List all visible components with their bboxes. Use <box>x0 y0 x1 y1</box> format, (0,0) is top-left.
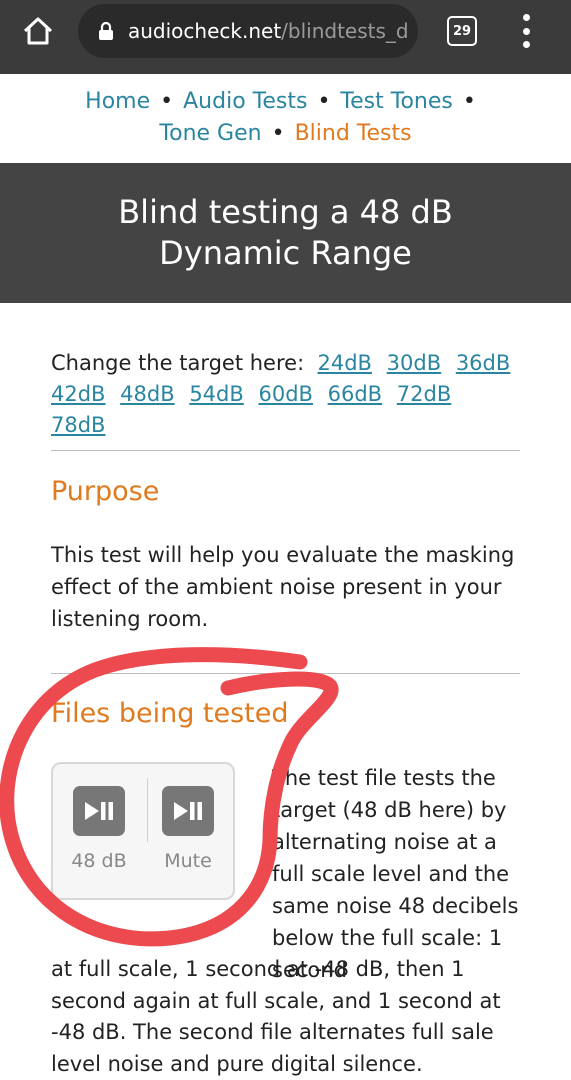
nav-blind-tests[interactable]: Blind Tests <box>295 121 412 146</box>
target-link-72db[interactable]: 72dB <box>397 382 451 406</box>
nav-tone-gen[interactable]: Tone Gen <box>159 121 261 146</box>
menu-dot-icon <box>522 27 530 35</box>
play-48db-button[interactable] <box>73 786 125 836</box>
files-section: Files being tested <box>51 698 521 729</box>
purpose-section: Purpose <box>51 476 521 507</box>
target-link-66db[interactable]: 66dB <box>328 382 382 406</box>
change-target-label: Change the target here: <box>51 351 305 375</box>
divider <box>51 450 520 451</box>
home-icon <box>23 17 53 45</box>
divider <box>51 673 520 674</box>
target-link-30db[interactable]: 30dB <box>387 351 441 375</box>
nav-separator: • <box>160 89 174 114</box>
nav-separator: • <box>317 89 331 114</box>
menu-dot-icon <box>522 14 530 21</box>
play-mute-button[interactable] <box>162 786 214 836</box>
target-link-78db[interactable]: 78dB <box>51 413 105 437</box>
target-link-36db[interactable]: 36dB <box>456 351 510 375</box>
target-link-24db[interactable]: 24dB <box>318 351 372 375</box>
nav-separator: • <box>271 121 285 146</box>
purpose-heading: Purpose <box>51 476 160 507</box>
title-banner: Blind testing a 48 dB Dynamic Range <box>0 163 571 303</box>
player-label-mute: Mute <box>164 850 212 872</box>
purpose-text: This test will help you evaluate the mas… <box>51 543 515 631</box>
nav-audio-tests[interactable]: Audio Tests <box>183 89 307 114</box>
audio-player: 48 dB Mute <box>51 762 235 900</box>
files-heading: Files being tested <box>51 698 289 729</box>
url-text: audiocheck.net/blindtests_d <box>128 19 409 43</box>
overflow-menu-button[interactable] <box>514 14 538 48</box>
menu-dot-icon <box>522 41 530 48</box>
nav-home[interactable]: Home <box>85 89 150 114</box>
play-pause-icon <box>85 802 113 820</box>
nav-separator: • <box>462 89 476 114</box>
page-title: Blind testing a 48 dB Dynamic Range <box>118 193 453 272</box>
files-description: The test file tests the target (48 dB he… <box>272 766 519 982</box>
address-bar[interactable]: audiocheck.net/blindtests_d <box>78 4 418 58</box>
player-label-48db: 48 dB <box>71 850 127 872</box>
site-nav: Home • Audio Tests • Test Tones • Tone Gen • Bl… <box>60 86 511 150</box>
nav-test-tones[interactable]: Test Tones <box>340 89 452 114</box>
lock-icon <box>98 21 114 41</box>
target-link-54db[interactable]: 54dB <box>189 382 243 406</box>
target-link-60db[interactable]: 60dB <box>258 382 312 406</box>
target-selector: Change the target here: 24dB 30dB 36dB 4… <box>51 348 521 441</box>
files-description-continued: at full scale, 1 second at -48 dB, then … <box>51 957 501 1076</box>
play-pause-icon <box>174 802 202 820</box>
player-separator <box>147 778 148 842</box>
target-link-42db[interactable]: 42dB <box>51 382 105 406</box>
tab-switcher-button[interactable]: 29 <box>447 16 477 46</box>
target-link-48db[interactable]: 48dB <box>120 382 174 406</box>
browser-toolbar: audiocheck.net/blindtests_d 29 <box>0 0 571 74</box>
home-button[interactable] <box>18 12 58 50</box>
